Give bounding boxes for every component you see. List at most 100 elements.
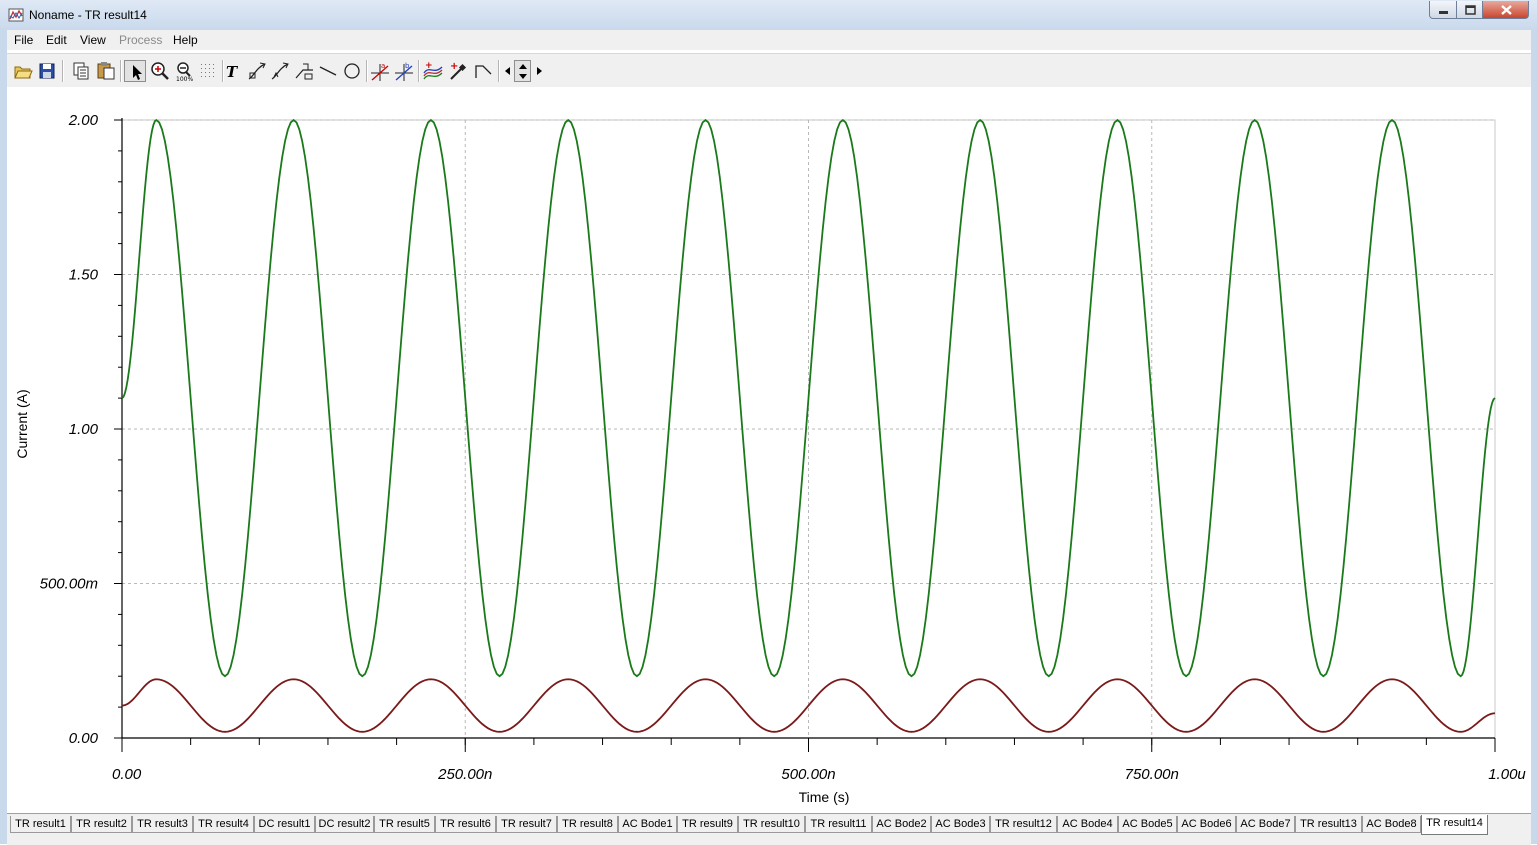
tab-ac-bode7[interactable]: AC Bode7 xyxy=(1236,816,1295,833)
paste-icon xyxy=(97,62,115,80)
title-bar[interactable]: Noname - TR result14 xyxy=(0,0,1537,31)
tab-ac-bode3[interactable]: AC Bode3 xyxy=(931,816,990,833)
line-icon xyxy=(319,66,337,76)
tab-dc-result2[interactable]: DC result2 xyxy=(315,816,374,833)
tab-ac-bode2[interactable]: AC Bode2 xyxy=(872,816,931,833)
scroll-left-icon xyxy=(505,67,510,75)
close-icon xyxy=(1501,5,1512,15)
curves-icon: + xyxy=(423,61,443,80)
probe-button[interactable]: + xyxy=(447,60,469,82)
y-tick-label: 0.00 xyxy=(69,730,99,747)
tab-ac-bode4[interactable]: AC Bode4 xyxy=(1057,816,1118,833)
window-title: Noname - TR result14 xyxy=(29,8,147,22)
tab-ac-bode8[interactable]: AC Bode8 xyxy=(1362,816,1421,833)
marker-b-button[interactable]: b xyxy=(393,60,415,82)
zoom-in-button[interactable] xyxy=(149,60,171,82)
tab-tr-result8[interactable]: TR result8 xyxy=(557,816,618,833)
line-tool-button[interactable] xyxy=(317,60,339,82)
window-border-left xyxy=(0,30,7,844)
y-tick-label: 1.00 xyxy=(69,421,99,438)
cursor-a-button[interactable] xyxy=(246,60,268,82)
scroll-left-button[interactable] xyxy=(502,60,514,82)
tab-tr-result6[interactable]: TR result6 xyxy=(435,816,496,833)
tab-ac-bode5[interactable]: AC Bode5 xyxy=(1118,816,1177,833)
tab-ac-bode1[interactable]: AC Bode1 xyxy=(618,816,677,833)
grid-button[interactable] xyxy=(197,60,219,82)
x-axis-label: Time (s) xyxy=(799,789,850,805)
scroll-right-icon xyxy=(537,67,542,75)
cursor-b-button[interactable] xyxy=(269,60,291,82)
copy-icon xyxy=(73,62,89,80)
y-tick-label: 1.50 xyxy=(69,267,99,284)
menu-process: Process xyxy=(119,33,163,47)
x-tick-label: 500.00n xyxy=(781,766,835,783)
maximize-icon xyxy=(1465,5,1476,15)
tab-tr-result14[interactable]: TR result14 xyxy=(1421,815,1488,835)
curves-button[interactable]: + xyxy=(422,60,444,82)
svg-text:T: T xyxy=(226,63,239,81)
x-tick-label: 750.00n xyxy=(1125,766,1179,783)
copy-button[interactable] xyxy=(70,60,92,82)
marker-a-icon: a xyxy=(371,62,389,81)
marker-b-icon: b xyxy=(395,62,413,81)
tab-tr-result2[interactable]: TR result2 xyxy=(71,816,132,833)
zoom-100-icon: 100% xyxy=(176,62,193,82)
transient-chart[interactable]: 0.00 500.00m 1.00 1.50 2.00 0.00 250.00n 500.00… xyxy=(7,87,1531,813)
y-axis-label: Current (A) xyxy=(14,389,30,458)
tab-tr-result1[interactable]: TR result1 xyxy=(10,816,71,833)
tab-tr-result13[interactable]: TR result13 xyxy=(1295,816,1362,833)
save-icon xyxy=(39,63,55,79)
tab-tr-result5[interactable]: TR result5 xyxy=(374,816,435,833)
step-icon xyxy=(475,65,492,78)
svg-text:b: b xyxy=(405,62,410,70)
tab-tr-result3[interactable]: TR result3 xyxy=(132,816,193,833)
minimize-button[interactable] xyxy=(1429,1,1457,19)
save-button[interactable] xyxy=(36,60,58,82)
annotate-button[interactable] xyxy=(293,60,315,82)
menu-help[interactable]: Help xyxy=(173,33,198,47)
select-button[interactable] xyxy=(124,60,146,82)
marker-a-button[interactable]: a xyxy=(369,60,391,82)
x-tick-label: 250.00n xyxy=(437,766,492,783)
scroll-right-button[interactable] xyxy=(533,60,545,82)
cursor-a-icon xyxy=(248,62,266,80)
close-button[interactable] xyxy=(1482,1,1529,19)
tab-tr-result7[interactable]: TR result7 xyxy=(496,816,557,833)
toolbar: 100% T a b + + xyxy=(7,53,1531,88)
x-tick-label: 0.00 xyxy=(112,766,142,783)
tab-dc-result1[interactable]: DC result1 xyxy=(254,816,315,833)
tab-tr-result4[interactable]: TR result4 xyxy=(193,816,254,833)
series-line-2 xyxy=(121,678,1496,733)
scroll-updown-button[interactable] xyxy=(514,60,531,82)
maximize-button[interactable] xyxy=(1456,1,1483,19)
cursor-b-icon xyxy=(271,62,289,80)
text-tool-button[interactable]: T xyxy=(221,60,243,82)
annotate-icon xyxy=(295,63,313,80)
tab-tr-result11[interactable]: TR result11 xyxy=(805,816,872,833)
menu-edit[interactable]: Edit xyxy=(46,33,67,47)
svg-text:a: a xyxy=(381,62,385,70)
svg-text:+: + xyxy=(450,61,458,72)
menu-view[interactable]: View xyxy=(80,33,106,47)
plot-area[interactable]: 0.00 500.00m 1.00 1.50 2.00 0.00 250.00n 500.00… xyxy=(7,87,1531,813)
result-tab-bar: TR result1 TR result2 TR result3 TR result4… xyxy=(7,813,1531,845)
paste-button[interactable] xyxy=(95,60,117,82)
text-icon: T xyxy=(226,63,239,81)
zoom-100-button[interactable]: 100% xyxy=(173,60,195,82)
step-button[interactable] xyxy=(472,60,494,82)
probe-icon: + xyxy=(450,61,467,80)
tab-ac-bode6[interactable]: AC Bode6 xyxy=(1177,816,1236,833)
tab-tr-result12[interactable]: TR result12 xyxy=(990,816,1057,833)
tab-tr-result9[interactable]: TR result9 xyxy=(677,816,738,833)
tab-tr-result10[interactable]: TR result10 xyxy=(738,816,805,833)
menu-bar: File Edit View Process Help xyxy=(7,30,1531,50)
y-tick-label: 500.00m xyxy=(40,576,98,593)
open-icon xyxy=(14,66,33,79)
svg-text:+: + xyxy=(425,61,433,71)
scroll-updown-icon xyxy=(519,64,527,79)
menu-file[interactable]: File xyxy=(14,33,33,47)
chart-app-icon xyxy=(8,8,24,22)
ellipse-tool-button[interactable] xyxy=(341,60,363,82)
select-arrow-icon xyxy=(133,65,142,80)
open-button[interactable] xyxy=(12,60,34,82)
